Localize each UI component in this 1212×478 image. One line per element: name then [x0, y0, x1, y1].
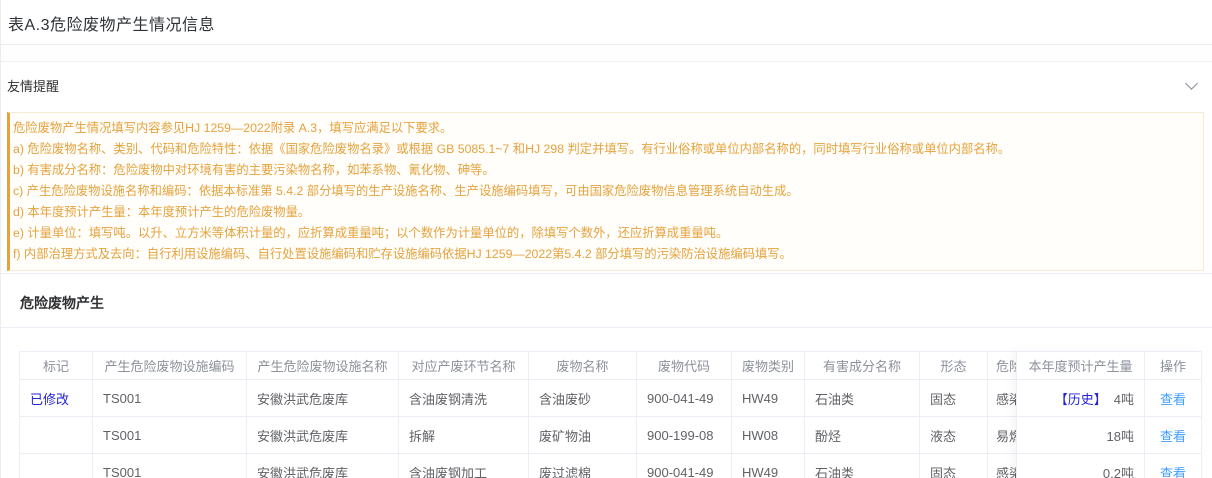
cell-harmful-component: 石油类 — [805, 454, 920, 478]
cell-waste-name: 废过滤棉 — [529, 454, 637, 478]
fixed-right-panel: 本年度预计产生量 操作 【历史】 4吨 查看 18吨 查看 0.2吨 查看 — [1016, 351, 1201, 478]
cell-harmful-component: 酚烃 — [805, 417, 920, 454]
notice-line: d) 本年度预计产生量：本年度预计产生的危险废物量。 — [13, 202, 1195, 223]
cell-waste-code: 900-199-08 — [637, 417, 732, 454]
notice-line: f) 内部治理方式及去向：自行利用设施编码、自行处置设施编码和贮存设施编码依据H… — [13, 244, 1195, 265]
page-title: 表A.3危险废物产生情况信息 — [8, 11, 1212, 35]
cell-facility-code: TS001 — [93, 417, 247, 454]
header-waste-name: 废物名称 — [529, 352, 637, 380]
header-waste-code: 废物代码 — [637, 352, 732, 380]
waste-table-area: 标记 产生危险废物设施编码 产生危险废物设施名称 对应产废环节名称 废物名称 废… — [19, 351, 1201, 478]
notice-line: c) 产生危险废物设施名称和编码：依据本标准第 5.4.2 部分填写的生产设施名… — [13, 181, 1195, 202]
table-row: 【历史】 4吨 查看 — [1017, 380, 1202, 417]
header-form: 形态 — [920, 352, 988, 380]
view-link[interactable]: 查看 — [1160, 392, 1186, 407]
cell-form: 固态 — [920, 380, 988, 417]
cell-form: 固态 — [920, 454, 988, 478]
amount-value: 4吨 — [1114, 392, 1134, 407]
reminder-collapse-bar[interactable]: 友情提醒 — [1, 61, 1212, 108]
header-waste-category: 废物类别 — [732, 352, 805, 380]
header-action: 操作 — [1145, 352, 1202, 380]
cell-annual-amount: 18吨 — [1017, 417, 1145, 454]
cell-facility-name: 安徽洪武危废库 — [247, 454, 399, 478]
notice-line: e) 计量单位：填写吨。以升、立方米等体积计量的，应折算成重量吨；以个数作为计量… — [13, 223, 1195, 244]
notice-line: a) 危险废物名称、类别、代码和危险特性：依据《国家危险废物名录》或根据 GB … — [13, 139, 1195, 160]
notice-line: 危险废物产生情况填写内容参见HJ 1259—2022附录 A.3，填写应满足以下… — [13, 118, 1195, 139]
header-gap — [1, 45, 1212, 61]
cell-annual-amount: 【历史】 4吨 — [1017, 380, 1145, 417]
cell-facility-code: TS001 — [93, 380, 247, 417]
cell-process: 拆解 — [399, 417, 529, 454]
header-annual-amount: 本年度预计产生量 — [1017, 352, 1145, 380]
cell-waste-category: HW49 — [732, 380, 805, 417]
amount-value: 18吨 — [1107, 429, 1134, 444]
cell-waste-name: 含油废砂 — [529, 380, 637, 417]
section-title: 危险废物产生 — [20, 295, 104, 311]
cell-waste-code: 900-041-49 — [637, 380, 732, 417]
table-row: 0.2吨 查看 — [1017, 454, 1202, 478]
history-tag[interactable]: 【历史】 — [1055, 392, 1107, 407]
cell-facility-name: 安徽洪武危废库 — [247, 380, 399, 417]
table-row: 18吨 查看 — [1017, 417, 1202, 454]
notice-box: 危险废物产生情况填写内容参见HJ 1259—2022附录 A.3，填写应满足以下… — [7, 112, 1204, 271]
amount-value: 0.2吨 — [1103, 466, 1134, 478]
chevron-down-icon[interactable] — [1185, 77, 1198, 90]
cell-form: 液态 — [920, 417, 988, 454]
header-mark: 标记 — [20, 352, 93, 380]
modified-badge: 已修改 — [30, 392, 69, 407]
page: 表A.3危险废物产生情况信息 友情提醒 危险废物产生情况填写内容参见HJ 125… — [0, 0, 1212, 478]
cell-facility-code: TS001 — [93, 454, 247, 478]
view-link[interactable]: 查看 — [1160, 466, 1186, 478]
cell-waste-category: HW08 — [732, 417, 805, 454]
fixed-header-row: 本年度预计产生量 操作 — [1017, 352, 1202, 380]
notice-line: b) 有害成分名称：危险废物中对环境有害的主要污染物名称，如苯系物、氰化物、砷等… — [13, 160, 1195, 181]
cell-harmful-component: 石油类 — [805, 380, 920, 417]
header-facility-code: 产生危险废物设施编码 — [93, 352, 247, 380]
header-facility-name: 产生危险废物设施名称 — [247, 352, 399, 380]
page-header: 表A.3危险废物产生情况信息 — [1, 0, 1212, 45]
cell-waste-name: 废矿物油 — [529, 417, 637, 454]
cell-process: 含油废钢加工 — [399, 454, 529, 478]
header-process: 对应产废环节名称 — [399, 352, 529, 380]
cell-facility-name: 安徽洪武危废库 — [247, 417, 399, 454]
cell-process: 含油废钢清洗 — [399, 380, 529, 417]
cell-waste-category: HW49 — [732, 454, 805, 478]
cell-waste-code: 900-041-49 — [637, 454, 732, 478]
view-link[interactable]: 查看 — [1160, 429, 1186, 444]
header-harmful-component: 有害成分名称 — [805, 352, 920, 380]
cell-annual-amount: 0.2吨 — [1017, 454, 1145, 478]
section-header: 危险废物产生 — [1, 274, 1212, 328]
reminder-title: 友情提醒 — [7, 76, 59, 95]
